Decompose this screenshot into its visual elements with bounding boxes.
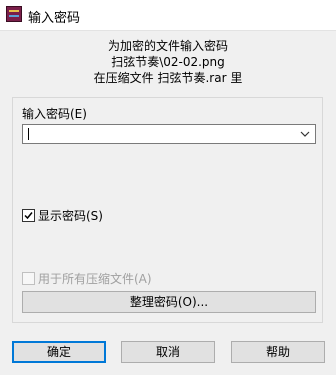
chevron-down-icon[interactable] <box>299 125 311 143</box>
winrar-books-icon <box>6 6 22 22</box>
checkbox-checked-icon[interactable] <box>22 209 35 222</box>
text-caret <box>28 128 29 140</box>
organize-passwords-button[interactable]: 整理密码(O)... <box>22 291 316 313</box>
use-for-all-archives-label: 用于所有压缩文件(A) <box>38 272 152 286</box>
show-password-checkbox[interactable]: 显示密码(S) <box>22 207 103 224</box>
help-button[interactable]: 帮助 <box>231 341 325 363</box>
show-password-label: 显示密码(S) <box>38 209 103 223</box>
title-bar: 输入密码 <box>0 0 336 31</box>
prompt-file-path: 扫弦节奏\02-02.png <box>111 55 225 69</box>
ok-button[interactable]: 确定 <box>12 341 106 363</box>
password-label: 输入密码(E) <box>22 107 87 121</box>
window-title: 输入密码 <box>28 11 81 26</box>
prompt-archive-name: 在压缩文件 扫弦节奏.rar 里 <box>93 71 243 85</box>
cancel-button[interactable]: 取消 <box>121 341 215 363</box>
password-input[interactable] <box>22 124 316 144</box>
prompt-message: 为加密的文件输入密码 扫弦节奏\02-02.png 在压缩文件 扫弦节奏.rar… <box>0 38 336 86</box>
use-for-all-archives-checkbox[interactable]: 用于所有压缩文件(A) <box>22 270 152 287</box>
prompt-line-1: 为加密的文件输入密码 <box>107 39 228 53</box>
checkbox-unchecked-icon[interactable] <box>22 272 35 285</box>
